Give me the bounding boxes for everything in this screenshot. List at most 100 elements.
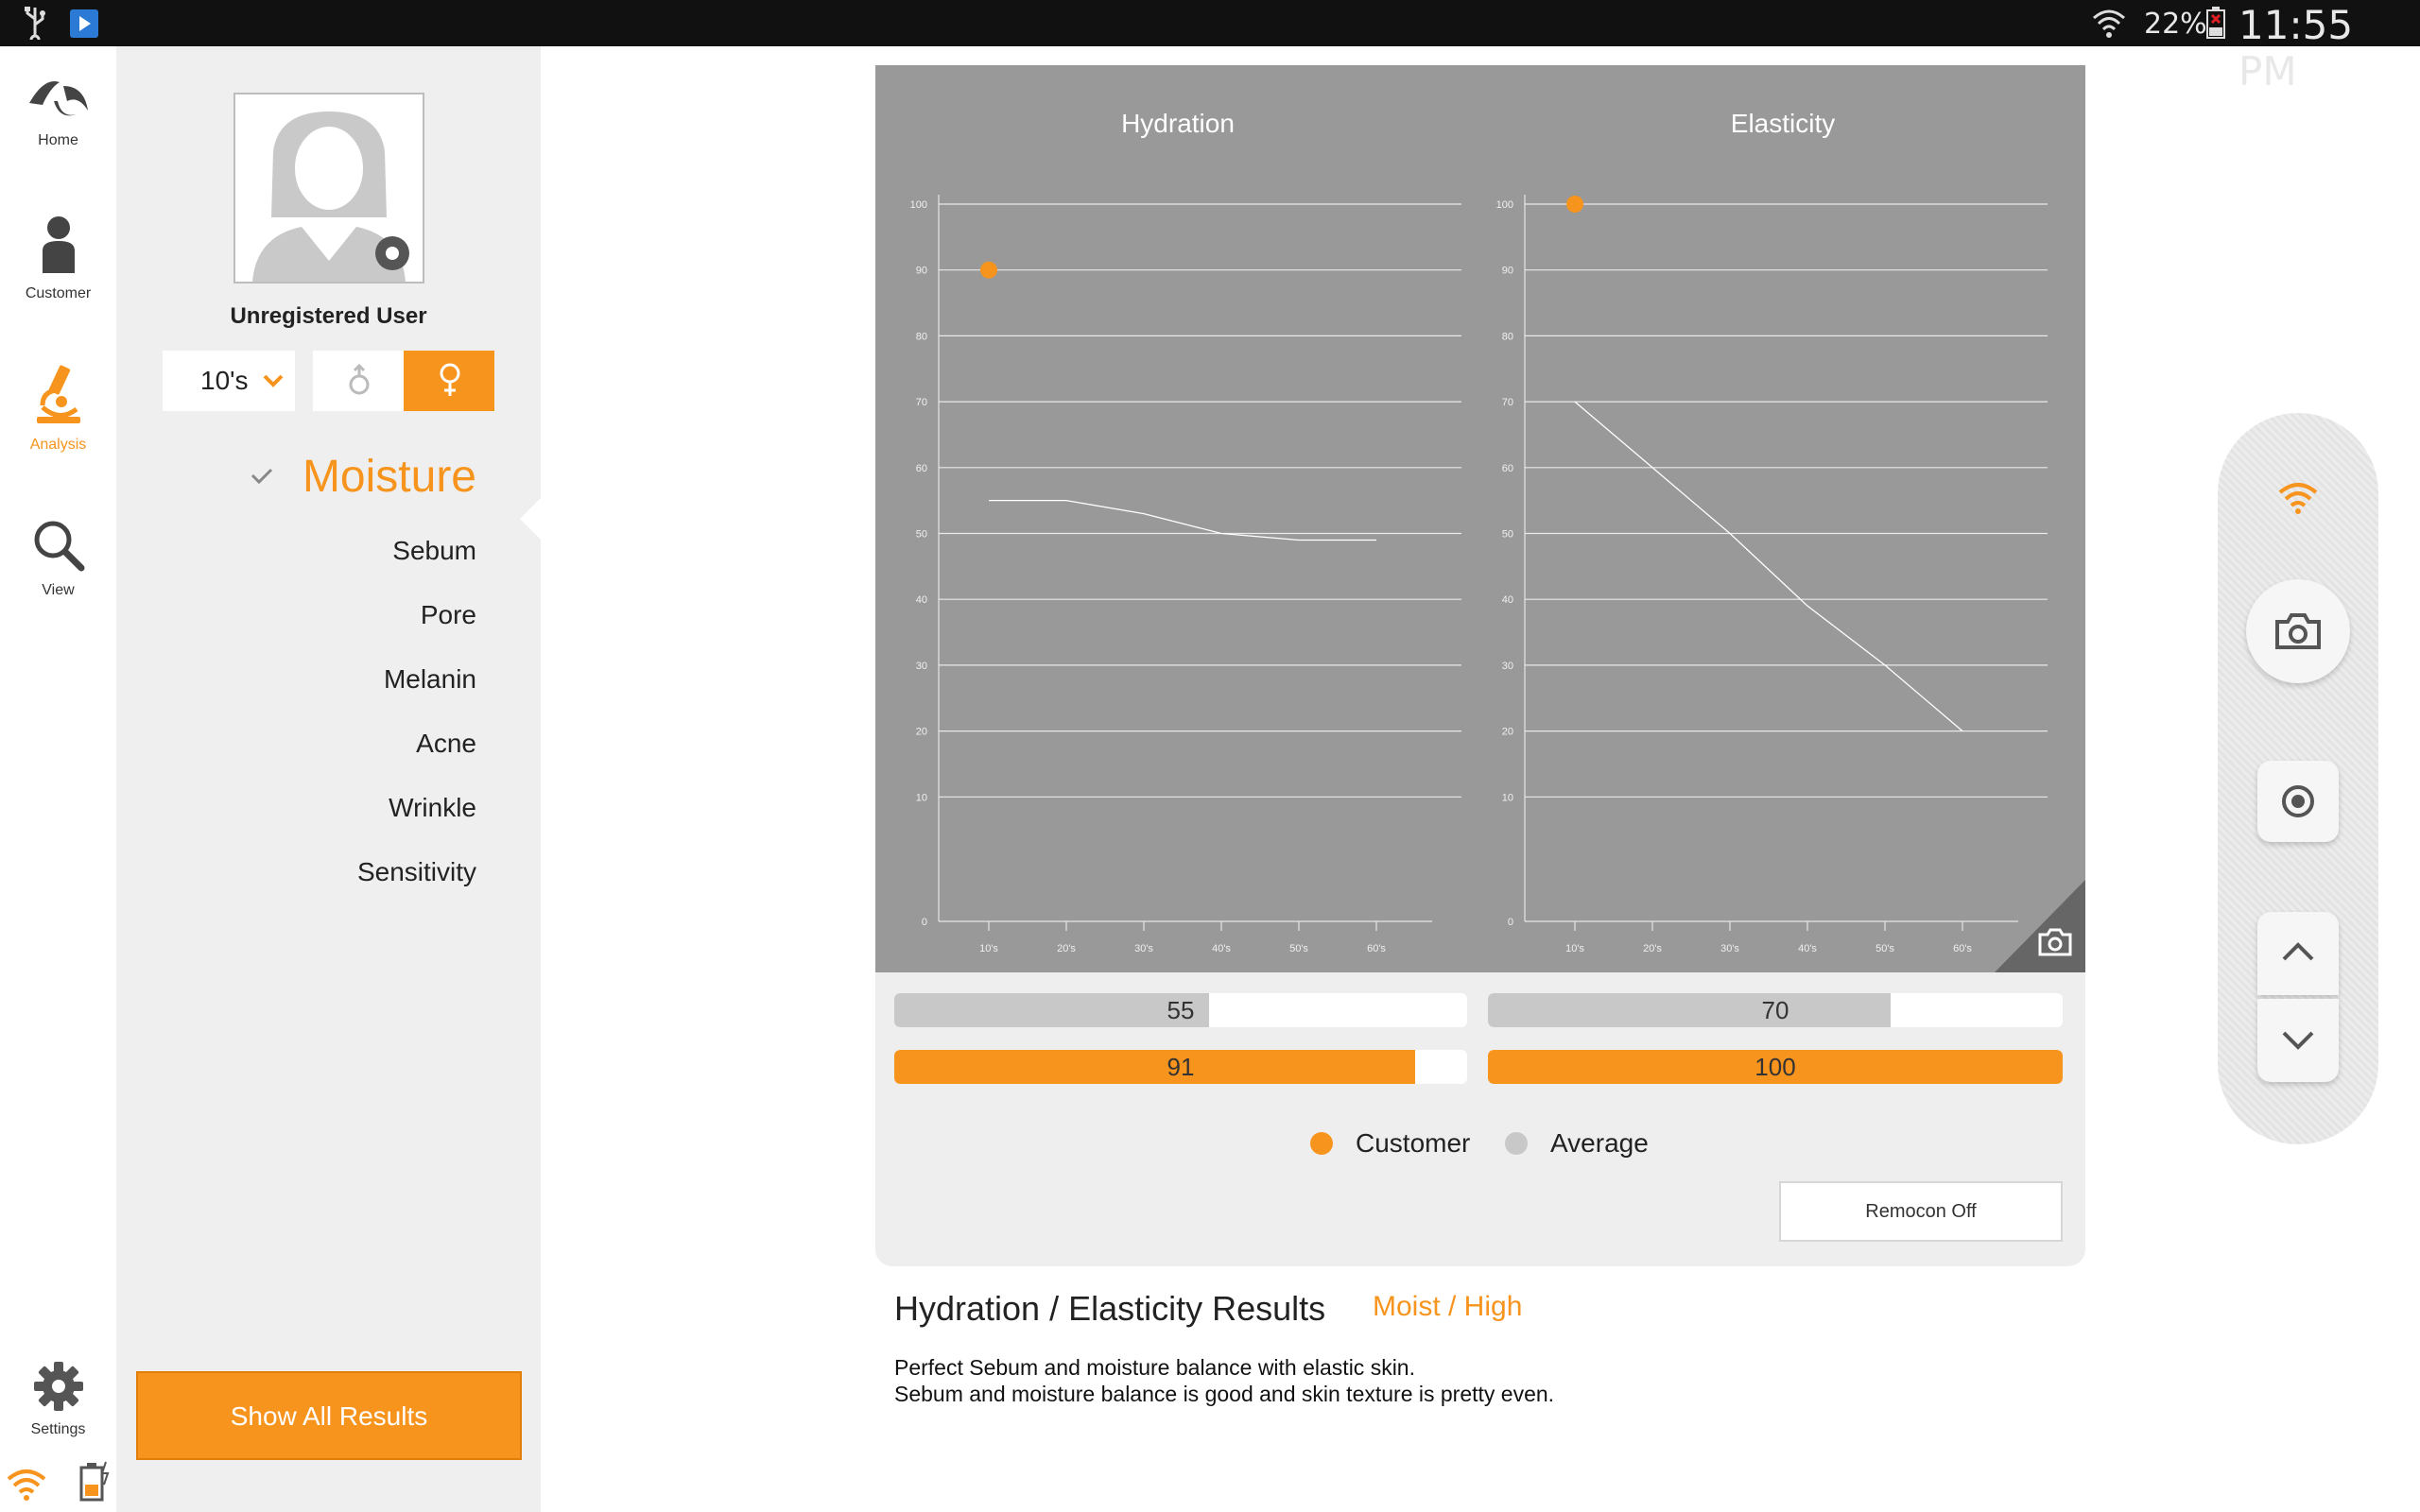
elasticity-x-tick-label: 20's (1643, 943, 1662, 954)
gender-female-button[interactable] (404, 351, 494, 411)
hydration-x-tick-label: 10's (979, 943, 998, 954)
remocon-off-label: Remocon Off (1865, 1201, 1977, 1222)
elasticity-x-tick-label: 50's (1876, 943, 1894, 954)
hydration-customer-bar: 91 (894, 1050, 1467, 1084)
hydration-average-value: 55 (1167, 996, 1195, 1024)
menu-item-acne[interactable]: Acne (416, 729, 476, 759)
nav-customer-label: Customer (25, 285, 92, 301)
hydration-customer-point (980, 261, 997, 279)
nav-analysis[interactable]: Analysis (0, 364, 116, 454)
wifi-icon (2091, 6, 2127, 44)
hydration-y-tick-label: 50 (916, 529, 927, 541)
elasticity-y-tick-label: 70 (1502, 397, 1513, 408)
camera-icon (2273, 611, 2323, 656)
search-icon (32, 521, 85, 576)
hydration-y-tick-label: 90 (916, 266, 927, 277)
hydration-average-line (989, 499, 1376, 541)
menu-item-sensitivity[interactable]: Sensitivity (357, 857, 476, 887)
menu-item-melanin[interactable]: Melanin (384, 664, 476, 695)
gear-icon (32, 1362, 85, 1417)
elasticity-customer-bar: 100 (1488, 1050, 2063, 1084)
nav-customer[interactable]: Customer (0, 215, 116, 302)
elasticity-average-bar: 70 (1488, 993, 2063, 1027)
nav-settings[interactable]: Settings (0, 1360, 116, 1438)
gender-male-button[interactable] (313, 351, 404, 411)
home-icon (26, 80, 92, 126)
play-store-icon (70, 9, 98, 43)
nav-analysis-label: Analysis (29, 437, 87, 453)
hydration-y-tick-label: 20 (916, 727, 927, 738)
charts-svg: 0 10 20 30 40 50 60 70 80 90 100 10's 20's 30's 40's 50… (910, 195, 2048, 954)
show-all-results-label: Show All Results (230, 1401, 428, 1431)
menu-item-sebum[interactable]: Sebum (392, 536, 476, 566)
wifi-icon (6, 1466, 47, 1506)
results-description-line-1: Perfect Sebum and moisture balance with … (894, 1355, 1415, 1380)
hydration-y-tick-label: 70 (916, 397, 927, 408)
hydration-y-tick-label: 30 (916, 661, 927, 672)
elasticity-y-tick-label: 50 (1502, 529, 1513, 541)
menu-item-pore[interactable]: Pore (421, 600, 476, 630)
legend-average-label: Average (1550, 1128, 1649, 1158)
camera-icon (2036, 927, 2074, 962)
hydration-y-tick-label: 10 (916, 792, 927, 803)
remote-up-button[interactable] (2257, 912, 2339, 995)
avatar[interactable] (233, 93, 424, 284)
hydration-x-tick-label: 20's (1057, 943, 1076, 954)
elasticity-y-tick-label: 10 (1502, 792, 1513, 803)
elasticity-x-tick-label: 30's (1720, 943, 1739, 954)
hydration-y-tick-label: 0 (922, 917, 927, 928)
elasticity-y-tick-label: 40 (1502, 594, 1513, 606)
menu-item-wrinkle[interactable]: Wrinkle (389, 793, 476, 823)
nav-view-label: View (42, 582, 75, 598)
battery-icon (2205, 7, 2226, 43)
chevron-up-icon (2281, 940, 2315, 968)
battery-percent: 22% (2144, 8, 2207, 41)
age-dropdown[interactable]: 10's (163, 351, 295, 411)
elasticity-x-tick-label: 10's (1565, 943, 1584, 954)
check-icon (251, 468, 273, 490)
hydration-x-tick-label: 40's (1212, 943, 1231, 954)
legend-average-dot (1505, 1132, 1528, 1155)
person-icon (35, 216, 82, 279)
hydration-y-tick-label: 100 (910, 199, 927, 211)
elasticity-y-tick-label: 90 (1502, 266, 1513, 277)
legend-customer-dot (1310, 1132, 1333, 1155)
active-menu-pointer (520, 498, 541, 540)
nav-view[interactable]: View (0, 519, 116, 599)
remocon-off-button[interactable]: Remocon Off (1779, 1181, 2063, 1242)
hydration-y-tick-label: 40 (916, 594, 927, 606)
hydration-y-tick-label: 80 (916, 331, 927, 342)
menu-item-moisture[interactable]: Moisture (302, 451, 476, 503)
status-bar: 22% 11:55 PM (0, 0, 2420, 94)
user-name: Unregistered User (230, 303, 427, 329)
hydration-customer-value: 91 (1167, 1053, 1195, 1081)
usb-icon (21, 6, 49, 45)
hydration-x-tick-label: 50's (1289, 943, 1308, 954)
elasticity-y-tick-label: 30 (1502, 661, 1513, 672)
remote-down-button[interactable] (2257, 999, 2339, 1082)
legend-customer-label: Customer (1356, 1128, 1471, 1158)
results-status: Moist / High (1373, 1291, 1523, 1322)
elasticity-x-tick-label: 60's (1953, 943, 1972, 954)
nav-home-label: Home (38, 132, 78, 148)
remote-record-button[interactable] (2257, 761, 2339, 842)
elasticity-y-tick-label: 60 (1502, 463, 1513, 474)
male-icon (347, 363, 372, 403)
microscope-icon (33, 365, 84, 430)
profile-panel: Unregistered User 10's Moisture Sebum Po… (116, 46, 541, 1512)
record-icon (2281, 784, 2315, 823)
remote-wifi-icon (2277, 479, 2319, 520)
age-dropdown-value: 10's (200, 366, 249, 395)
nav-settings-label: Settings (30, 1421, 86, 1437)
chevron-down-icon (263, 373, 284, 393)
show-all-results-button[interactable]: Show All Results (136, 1371, 522, 1460)
chart-area: Hydration Elasticity 0 10 20 30 40 50 60 70 80 90… (875, 65, 2085, 972)
nav-home[interactable]: Home (0, 73, 116, 149)
hydration-average-bar: 55 (894, 993, 1467, 1027)
chevron-down-icon (2281, 1029, 2315, 1057)
remote-capture-button[interactable] (2246, 579, 2350, 683)
results-description-line-2: Sebum and moisture balance is good and s… (894, 1382, 1555, 1406)
elasticity-average-value: 70 (1761, 996, 1789, 1024)
hydration-x-tick-label: 30's (1134, 943, 1153, 954)
elasticity-y-tick-label: 100 (1496, 199, 1513, 211)
